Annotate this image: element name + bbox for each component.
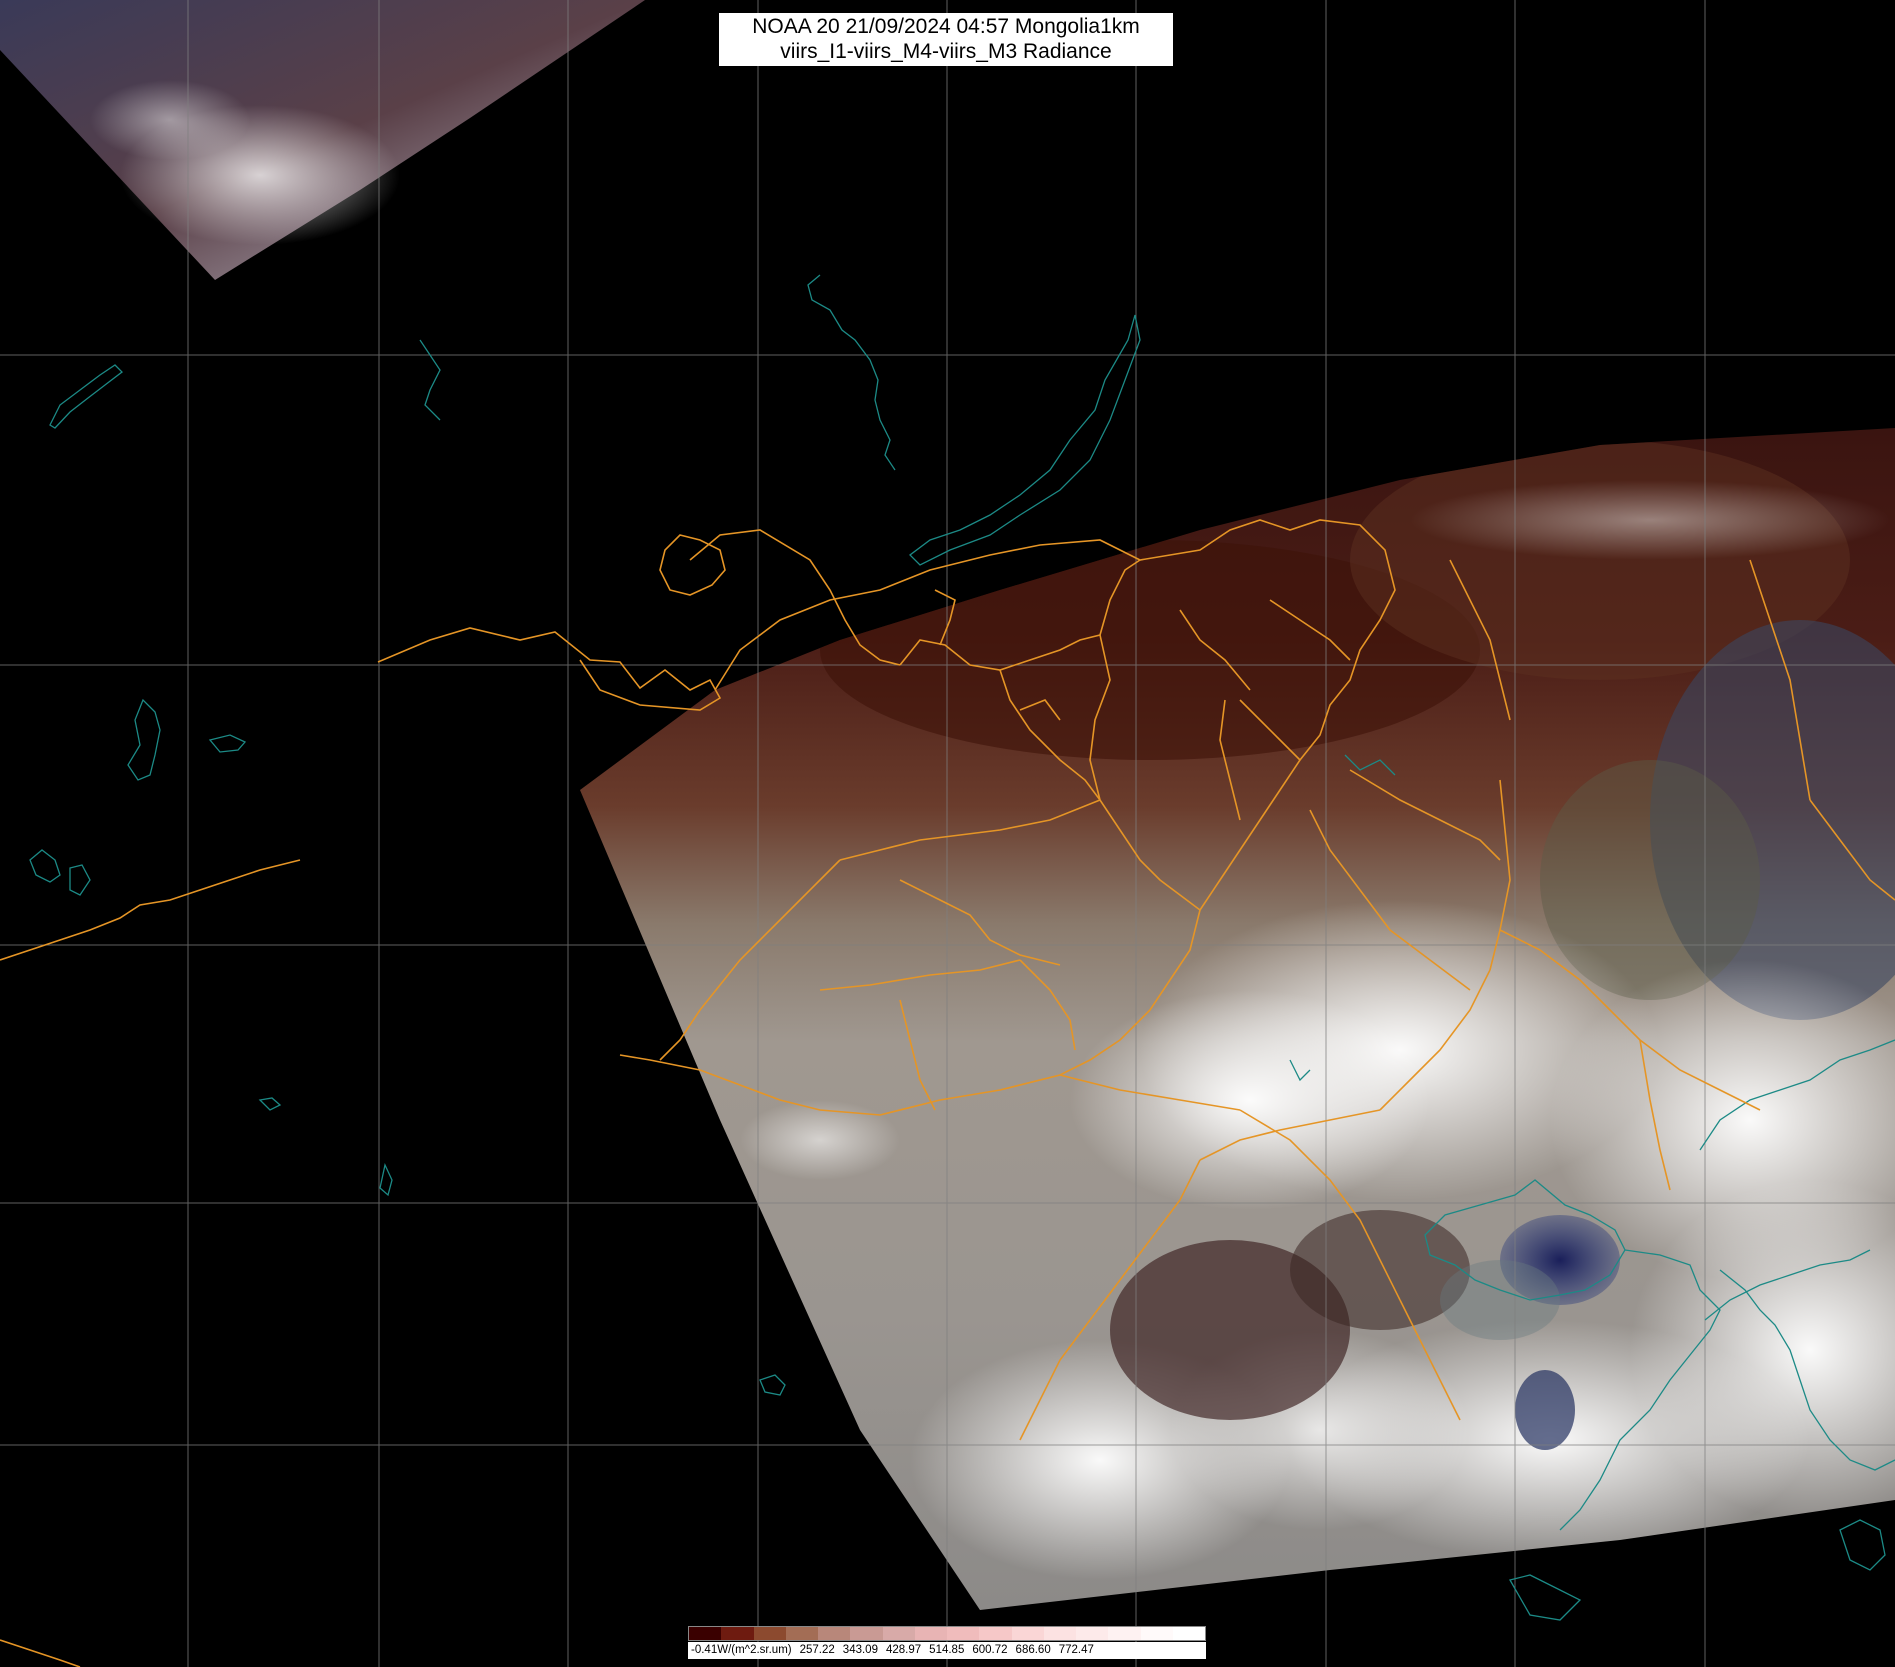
colorbar-swatch [1140, 1627, 1173, 1640]
colorbar-label-6: 686.60 [1015, 1644, 1051, 1656]
colorbar-swatch [1011, 1627, 1044, 1640]
colorbar-swatch [818, 1627, 851, 1640]
colorbar-swatch [1172, 1627, 1205, 1640]
colorbar-label-7: 772.47 [1058, 1644, 1094, 1656]
colorbar-swatch [850, 1627, 883, 1640]
colorbar-swatch [947, 1627, 980, 1640]
title-line-1: NOAA 20 21/09/2024 04:57 Mongolia1km [752, 15, 1140, 38]
colorbar-swatch [785, 1627, 818, 1640]
radiance-colorbar: -0.41W/(m^2.sr.um) 257.22 343.09 428.97 … [688, 1626, 1206, 1660]
colorbar-swatch [1076, 1627, 1109, 1640]
colorbar-labels: -0.41W/(m^2.sr.um) 257.22 343.09 428.97 … [688, 1642, 1206, 1659]
map-title: NOAA 20 21/09/2024 04:57 Mongolia1km vii… [719, 13, 1173, 66]
colorbar-label-3: 428.97 [885, 1644, 922, 1656]
satellite-map [0, 0, 1895, 1667]
colorbar-label-5: 600.72 [972, 1644, 1008, 1656]
colorbar-label-2: 343.09 [842, 1644, 878, 1656]
colorbar-swatch [689, 1627, 722, 1640]
colorbar-swatch [979, 1627, 1012, 1640]
colorbar-swatch [1108, 1627, 1141, 1640]
colorbar-swatch [721, 1627, 754, 1640]
colorbar-swatch [882, 1627, 915, 1640]
colorbar-swatch [914, 1627, 947, 1640]
colorbar-label-1: 257.22 [799, 1644, 835, 1656]
colorbar-swatch [753, 1627, 786, 1640]
colorbar-gradient [688, 1626, 1206, 1641]
colorbar-label-0: -0.41W/(m^2.sr.um) [691, 1644, 792, 1656]
colorbar-swatch [1043, 1627, 1076, 1640]
colorbar-label-4: 514.85 [929, 1644, 965, 1656]
title-line-2: viirs_I1-viirs_M4-viirs_M3 Radiance [780, 40, 1112, 63]
